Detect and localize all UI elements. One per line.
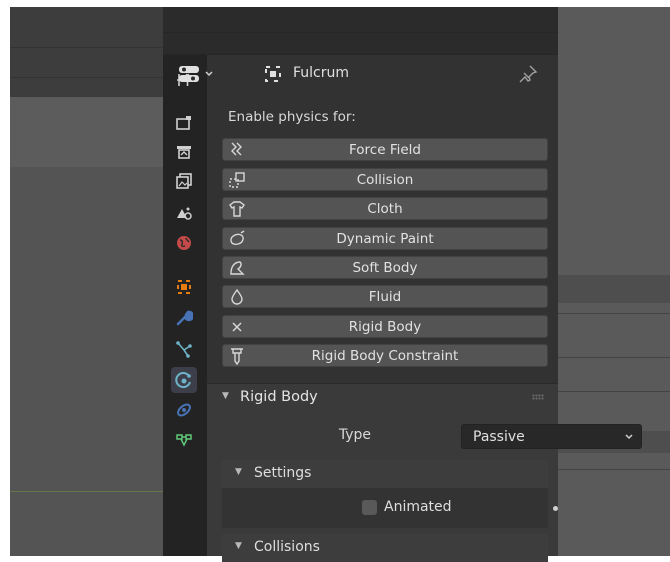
rigid-body-panel-title: Rigid Body [240,389,318,405]
type-value: Passive [473,429,525,445]
type-dropdown[interactable]: Passive [461,424,642,449]
expand-triangle-icon: ▼ [235,541,242,551]
soft-body-label: Soft Body [352,259,418,276]
view-layer-tab-icon [176,173,192,189]
chevron-down-icon [625,434,633,440]
modifiers-tab[interactable] [171,305,197,331]
rigid-body-constraint-button[interactable]: Rigid Body Constraint [222,344,548,367]
keyframe-dot-icon[interactable] [553,506,558,511]
object-icon [265,66,281,82]
rigid-body-panel-header[interactable]: ▼ Rigid Body [207,383,558,412]
settings-subpanel-body: Animated [222,488,558,528]
object-name: Fulcrum [293,65,350,81]
output-tab-icon [177,146,191,159]
fluid-label: Fluid [368,288,402,305]
expand-triangle-icon: ▼ [235,467,242,477]
cloth-button[interactable]: Cloth [222,197,548,220]
fluid-icon [231,288,243,305]
rigid-body-constraint-icon [231,348,243,365]
collision-label: Collision [356,171,414,188]
dynamic-paint-label: Dynamic Paint [336,230,434,247]
rigid-body-button[interactable]: Rigid Body [222,315,548,338]
cloth-icon [229,201,245,217]
cloth-label: Cloth [367,200,403,217]
properties-header: Fulcrum [179,55,548,95]
render-tab-icon [176,116,191,130]
scene-tab-icon [177,207,192,220]
particles-tab[interactable] [171,336,197,362]
close-x-icon [232,322,242,332]
force-field-button[interactable]: Force Field [222,138,548,161]
constraints-tab-icon [177,403,191,417]
view-layer-tab[interactable] [171,168,197,194]
physics-tab[interactable] [171,367,197,393]
expand-triangle-icon: ▼ [222,391,229,401]
left-editor-region [10,167,170,556]
properties-editor-icon [179,66,199,82]
data-tab[interactable] [171,427,197,453]
world-tab-icon [177,236,191,250]
fluid-button[interactable]: Fluid [222,285,548,308]
settings-title: Settings [254,465,312,481]
rigid-body-constraint-label: Rigid Body Constraint [311,347,459,364]
type-label: Type [338,427,371,443]
collision-icon [229,172,245,188]
collisions-subpanel-header[interactable]: ▼ Collisions [222,534,548,562]
rigid-body-panel-body: Type Passive ▼ Settings Animated ▼ Colli… [207,412,642,562]
render-tab[interactable] [171,110,197,136]
modifiers-tab-icon [176,310,193,326]
animated-checkbox[interactable] [362,500,377,515]
dynamic-paint-button[interactable]: Dynamic Paint [222,227,548,250]
force-field-label: Force Field [349,141,421,158]
dynamic-paint-icon [230,230,245,245]
object-tab-icon [177,280,191,294]
rigid-body-label: Rigid Body [348,318,422,335]
data-tab-icon [176,434,192,447]
animated-label[interactable]: Animated [384,499,452,515]
chevron-down-icon [205,71,213,77]
collisions-title: Collisions [254,539,320,555]
force-field-icon [231,142,242,156]
world-tab[interactable] [171,230,197,256]
properties-tab-bar [163,55,207,556]
particles-tab-icon [176,341,192,358]
editor-top-strip [163,7,558,55]
output-tab[interactable] [171,139,197,165]
constraints-tab[interactable] [171,397,197,423]
properties-editor: Fulcrum Enable physics for: Force Field … [163,7,642,562]
object-tab[interactable] [171,274,197,300]
physics-tab-icon [175,372,191,389]
collision-button[interactable]: Collision [222,168,548,191]
physics-properties: Fulcrum Enable physics for: Force Field … [179,55,642,562]
drag-grip-icon[interactable] [532,394,544,400]
settings-subpanel-header[interactable]: ▼ Settings [222,460,548,488]
pin-icon[interactable] [517,63,539,85]
right-editor-region [558,7,670,556]
soft-body-icon [230,261,245,275]
soft-body-button[interactable]: Soft Body [222,256,548,279]
enable-physics-label: Enable physics for: [228,109,356,125]
scene-tab[interactable] [171,200,197,226]
top-left-region [10,7,170,97]
editor-type-dropdown[interactable] [178,63,230,85]
